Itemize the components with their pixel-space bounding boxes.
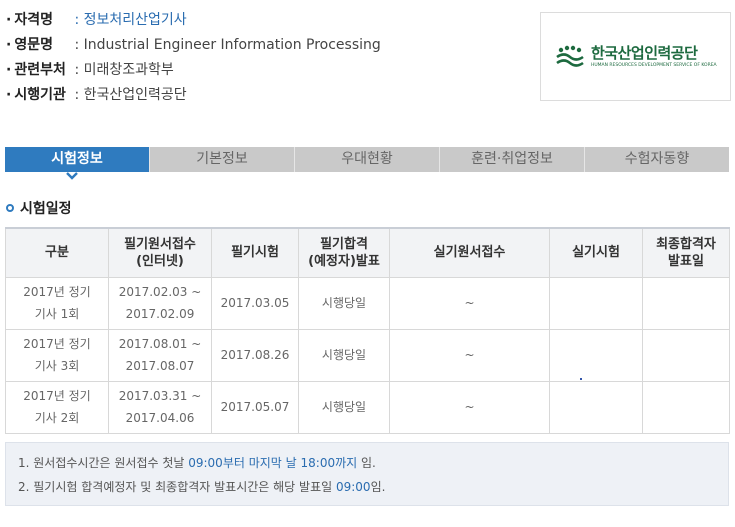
info-row-ministry: 관련부처 : 미래창조과학부 — [6, 58, 381, 83]
cell-final — [642, 380, 730, 434]
tab-training-jobs[interactable]: 훈련·취업정보 — [440, 147, 585, 172]
column-header: 필기시험 — [211, 227, 299, 278]
tab-preference[interactable]: 우대현황 — [295, 147, 440, 172]
note-item: 1. 원서접수시간은 원서접수 첫날 09:00부터 마지막 날 18:00까지… — [18, 456, 376, 470]
info-value: : 미래창조과학부 — [74, 62, 174, 78]
info-label: 영문명 — [6, 33, 70, 58]
info-value: : Industrial Engineer Information Proces… — [74, 37, 381, 53]
cell-final — [642, 276, 730, 330]
cell-practical-apply: ~ — [389, 380, 550, 434]
info-label: 관련부처 — [6, 58, 70, 83]
tab-candidate-trends[interactable]: 수험자동향 — [585, 147, 729, 172]
tab-exam-info[interactable]: 시험정보 — [5, 147, 150, 172]
cell-type: 2017년 정기 기사 2회 — [5, 380, 109, 434]
logo-subtitle: HUMAN RESOURCES DEVELOPMENT SERVICE OF K… — [591, 63, 717, 68]
cell-pass: 시행당일 — [298, 380, 390, 434]
info-row-name: 자격명 : 정보처리산업기사 — [6, 8, 381, 33]
section-title-text: 시험일정 — [20, 201, 72, 217]
cell-pass: 시행당일 — [298, 328, 390, 382]
cell-final — [642, 328, 730, 382]
table-row: 2017년 정기 기사 2회 2017.03.31 ~2017.04.06 201… — [5, 380, 730, 434]
info-row-english: 영문명 : Industrial Engineer Information Pr… — [6, 33, 381, 58]
cell-exam: 2017.05.07 — [211, 380, 299, 434]
cell-practical-apply: ~ — [389, 328, 550, 382]
qualification-info: 자격명 : 정보처리산업기사 영문명 : Industrial Engineer… — [6, 8, 381, 108]
column-header: 구분 — [5, 227, 109, 278]
cell-type: 2017년 정기 기사 3회 — [5, 328, 109, 382]
info-value: : 한국산업인력공단 — [74, 87, 187, 103]
cell-apply: 2017.02.03 ~2017.02.09 — [108, 276, 212, 330]
cell-exam: 2017.08.26 — [211, 328, 299, 382]
cell-practical-apply: ~ — [389, 276, 550, 330]
cell-practical-exam — [549, 276, 643, 330]
cell-pass: 시행당일 — [298, 276, 390, 330]
column-header: 최종합격자 발표일 — [642, 227, 730, 278]
note-item: 2. 필기시험 합격예정자 및 최종합격자 발표시간은 해당 발표일 09:00… — [18, 480, 386, 494]
column-header: 필기합격 (예정자)발표 — [298, 227, 390, 278]
table-row: 2017년 정기 기사 1회 2017.02.03 ~2017.02.09 201… — [5, 276, 730, 330]
column-header: 실기원서접수 — [389, 227, 550, 278]
tab-basic-info[interactable]: 기본정보 — [150, 147, 295, 172]
info-label: 시행기관 — [6, 83, 70, 108]
column-header: 실기시험 — [549, 227, 643, 278]
cell-type: 2017년 정기 기사 1회 — [5, 276, 109, 330]
decorative-dot — [580, 378, 582, 380]
agency-logo: 한국산업인력공단 HUMAN RESOURCES DEVELOPMENT SER… — [540, 12, 731, 101]
notes-box: 1. 원서접수시간은 원서접수 첫날 09:00부터 마지막 날 18:00까지… — [5, 442, 729, 506]
logo-title: 한국산업인력공단 — [591, 44, 698, 62]
info-tabs: 시험정보 기본정보 우대현황 훈련·취업정보 수험자동향 — [5, 147, 729, 172]
chevron-down-icon — [66, 172, 78, 180]
table-header-row: 구분 필기원서접수 (인터넷) 필기시험 필기합격 (예정자)발표 실기원서접수 실… — [5, 227, 730, 278]
qualification-name-link[interactable]: : 정보처리산업기사 — [74, 12, 186, 28]
column-header: 필기원서접수 (인터넷) — [108, 227, 212, 278]
hrdk-logo-icon — [556, 45, 584, 67]
cell-exam: 2017.03.05 — [211, 276, 299, 330]
section-title: 시험일정 — [6, 198, 72, 218]
cell-practical-exam — [549, 380, 643, 434]
cell-apply: 2017.08.01 ~2017.08.07 — [108, 328, 212, 382]
info-label: 자격명 — [6, 8, 70, 33]
cell-apply: 2017.03.31 ~2017.04.06 — [108, 380, 212, 434]
circle-bullet-icon — [6, 204, 14, 212]
table-row: 2017년 정기 기사 3회 2017.08.01 ~2017.08.07 201… — [5, 328, 730, 382]
cell-practical-exam — [549, 328, 643, 382]
info-row-agency: 시행기관 : 한국산업인력공단 — [6, 83, 381, 108]
exam-schedule-table: 구분 필기원서접수 (인터넷) 필기시험 필기합격 (예정자)발표 실기원서접수 실… — [5, 227, 730, 434]
